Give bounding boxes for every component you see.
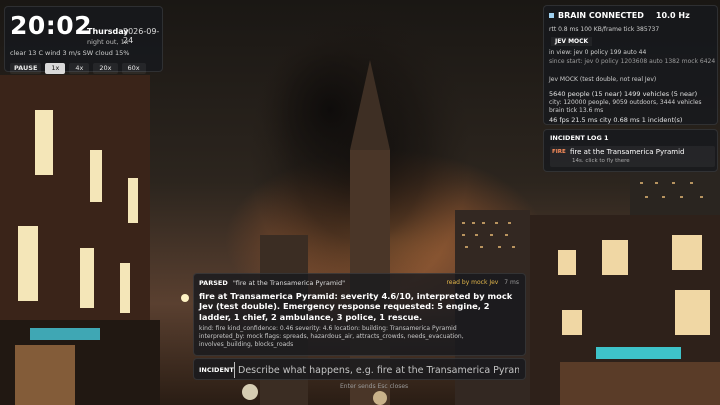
brain-stats: rtt 0.8 ms 100 KB/frame tick 385737 [549, 26, 660, 33]
fire-tag: FIRE [552, 149, 566, 155]
parsed-query: "fire at the Transamerica Pyramid" [232, 279, 346, 287]
speed-controls: PAUSE 1x 4x 20x 60x [10, 63, 146, 74]
parsed-header: PARSED "fire at the Transamerica Pyramid… [199, 279, 345, 287]
speed-20x-button[interactable]: 20x [93, 63, 118, 74]
parsed-label: PARSED [199, 279, 228, 287]
jev-mock-section-title: JEV MOCK [551, 37, 593, 46]
incident-input-hint: Enter sends Esc closes [340, 383, 409, 390]
jev-mock-note: Jev MOCK (test double, not real Jev) [549, 76, 657, 83]
parsed-meta: read by mock Jev 7 ms [446, 279, 519, 286]
brain-tick: brain tick 13.6 ms [549, 107, 604, 114]
speed-60x-button[interactable]: 60x [121, 63, 146, 74]
connected-indicator-icon [549, 13, 554, 18]
time-panel: 20:02 Thursday 2026-09-24 night out, 1x … [4, 6, 163, 74]
incident-input-bar: INCIDENT [193, 358, 526, 380]
population-counts: 5640 people (15 near) 1499 vehicles (5 n… [549, 90, 698, 98]
parsed-details-line-2: interpreted_by: mock flags: spreads, haz… [199, 333, 464, 340]
parsed-details-line-3: involves_building, blocks_roads [199, 341, 294, 348]
speed-4x-button[interactable]: 4x [69, 63, 90, 74]
since-start-counts: since start: jev 0 policy 1203608 auto 1… [549, 58, 716, 65]
city-counts: city: 120000 people, 9059 outdoors, 3444… [549, 99, 702, 106]
incident-log-title: INCIDENT LOG 1 [550, 134, 609, 142]
brain-status-panel: BRAIN CONNECTED 10.0 Hz rtt 0.8 ms 100 K… [543, 5, 718, 125]
clock-time: 20:02 [10, 11, 93, 40]
read-by-label: read by mock Jev [446, 279, 499, 286]
incident-input-label: INCIDENT [199, 366, 234, 374]
incident-input[interactable] [234, 362, 519, 378]
parsed-summary: fire at Transamerica Pyramid: severity 4… [199, 291, 513, 322]
brain-rate: 10.0 Hz [655, 11, 690, 20]
pause-button[interactable]: PAUSE [10, 63, 42, 74]
parsed-incident-panel: PARSED "fire at the Transamerica Pyramid… [193, 273, 526, 356]
incident-log-panel: INCIDENT LOG 1 FIRE fire at the Transame… [543, 129, 718, 172]
incident-log-item-text: fire at the Transamerica Pyramid [570, 148, 685, 156]
performance-readout: 46 fps 21.5 ms city 0.68 ms 1 incident(s… [549, 116, 683, 124]
brain-status: BRAIN CONNECTED [558, 11, 644, 20]
clock-status: night out, 1x [87, 38, 129, 46]
speed-1x-button[interactable]: 1x [45, 63, 66, 74]
in-view-counts: in view: jev 0 policy 199 auto 44 [549, 49, 647, 56]
incident-log-item[interactable]: FIRE fire at the Transamerica Pyramid 14… [550, 146, 715, 167]
brain-connection-header: BRAIN CONNECTED 10.0 Hz [549, 11, 690, 20]
weather-readout: clear 13 C wind 3 m/s SW cloud 15% [10, 49, 130, 57]
parsed-details-line-1: kind: fire kind_confidence: 0.46 severit… [199, 325, 457, 332]
parse-latency: 7 ms [504, 279, 519, 286]
incident-log-item-hint: 14s. click to fly there [572, 158, 630, 164]
